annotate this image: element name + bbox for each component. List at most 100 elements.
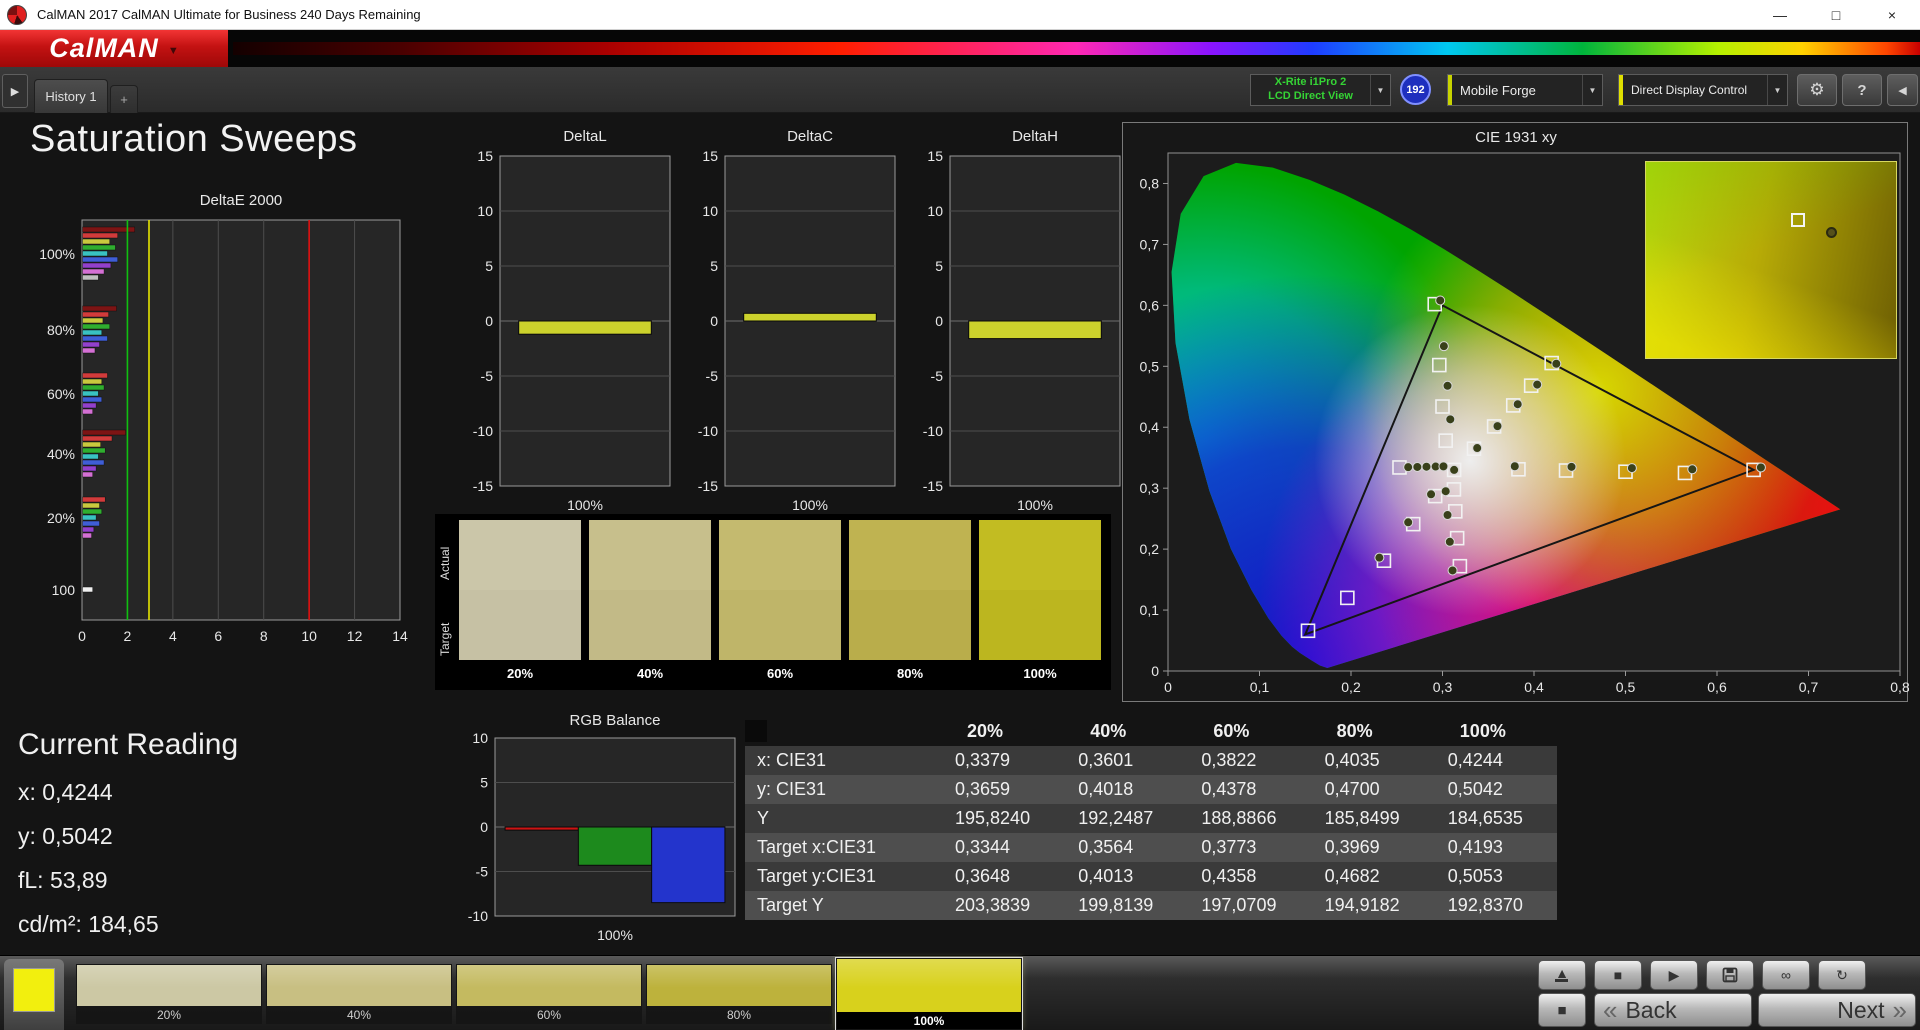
deltae-bar [82,402,97,409]
tick-label: 8 [260,628,268,644]
eject-bar [1555,978,1569,982]
level-button-40%[interactable]: 40% [266,964,452,1024]
table-cell: 0,4018 [1064,775,1188,804]
level-swatch [77,965,261,1006]
add-tab-button[interactable]: + [110,85,138,113]
bottom-bar: 20% 40% 60% 80% 100% ▲ ■ ▶ ∞ ↻ ■ « Back Next… [0,955,1920,1030]
table-col-header: 20% [967,720,1004,741]
tick-label: 15 [702,150,718,164]
measured-marker [1440,486,1451,497]
measured-marker [1492,421,1503,432]
tick-label: 0,3 [1140,480,1160,496]
title-bar: CalMAN 2017 CalMAN Ultimate for Business… [0,0,1920,30]
calman-app-window: CalMAN 2017 CalMAN Ultimate for Business… [0,0,1920,1030]
level-button-60%[interactable]: 60% [456,964,642,1024]
save-button[interactable] [1706,960,1754,990]
rgb-balance-plot: 10 5 0 -5 -10 100% [468,732,736,943]
deltae-bar [82,250,108,257]
value-bar [651,826,726,904]
tick-label: 4 [169,628,177,644]
deltae-bar [82,453,99,460]
measured-marker [1472,443,1483,454]
play-button[interactable]: ▶ [1650,960,1698,990]
saturation-swatch-100%: 100% [979,520,1101,684]
display-control-dropdown[interactable]: Direct Display Control ▼ [1618,74,1788,106]
tick-label: 12 [347,628,363,644]
meter-dropdown[interactable]: X-Rite i1Pro 2 LCD Direct View ▼ [1250,74,1391,106]
deltae-bar [82,305,117,312]
stop-button[interactable]: ■ [1594,960,1642,990]
swatch-label: 40% [589,660,711,684]
deltae-bar [82,311,109,318]
tick-label: 15 [477,150,493,164]
collapse-panel-button[interactable]: ◀ [1887,74,1918,106]
tick-label: 100% [792,497,828,513]
tab-history-1[interactable]: History 1 [34,79,108,113]
table-cell: 0,4035 [1310,746,1434,775]
window-title: CalMAN 2017 CalMAN Ultimate for Business… [37,7,421,22]
table-cell: 199,8139 [1064,891,1188,920]
loop-button[interactable]: ∞ [1762,960,1810,990]
meter-label: X-Rite i1Pro 2 LCD Direct View [1251,76,1370,104]
stop-square-icon: ■ [1557,1001,1567,1019]
eject-icon: ▲ [1555,964,1569,982]
tick-label: 60% [47,386,75,402]
level-button-80%[interactable]: 80% [646,964,832,1024]
tick-label: 20% [47,510,75,526]
close-button[interactable]: × [1864,0,1920,29]
current-patch-swatch[interactable] [13,968,55,1012]
refresh-button[interactable]: ↻ [1818,960,1866,990]
tick-label: 0 [78,628,86,644]
tick-label: 0,6 [1140,297,1160,313]
stop-large-button[interactable]: ■ [1538,993,1586,1027]
tick-label: 10 [927,203,943,219]
chart-title: DeltaE 2000 [199,192,283,209]
deltac-chart: DeltaC 15 10 5 0 -5 -10 -15 100% [680,128,915,528]
measured-marker [1509,461,1520,472]
panel-expander-button[interactable]: ▶ [2,74,28,108]
chart-title: DeltaL [563,128,607,145]
maximize-button[interactable]: □ [1808,0,1864,29]
eject-triangle: ▲ [1555,964,1569,981]
tick-label: 100% [39,246,75,262]
tick-label: 0,7 [1140,236,1160,252]
table-cell: 0,3601 [1064,746,1188,775]
table-cell: 192,2487 [1064,804,1188,833]
tick-label: 0 [485,313,493,329]
settings-button[interactable]: ⚙ [1797,74,1837,106]
deltae-bar [82,429,126,436]
reading-fl: fL: 53,89 [18,867,108,893]
calman-logo-icon [7,4,27,25]
measured-marker [1374,552,1385,563]
tick-label: -5 [476,864,489,880]
actual-target-swatch-panel: Actual Target 20% 40% 60% 80% 100% [435,514,1111,690]
table-cell: 194,9182 [1310,891,1434,920]
table-cell: 185,8499 [1310,804,1434,833]
deltae-bar [82,441,101,448]
tick-label: -5 [931,368,944,384]
table-cell: 0,5042 [1433,775,1557,804]
level-button-20%[interactable]: 20% [76,964,262,1024]
back-button[interactable]: « Back [1594,993,1752,1027]
next-button[interactable]: Next » [1758,993,1916,1027]
tick-label: -5 [706,368,719,384]
workflow-dropdown[interactable]: Mobile Forge ▼ [1447,74,1603,106]
minimize-button[interactable]: — [1752,0,1808,29]
deltae-bar [82,526,95,533]
table-cell: 0,4013 [1064,862,1188,891]
tick-label: 15 [927,150,943,164]
saturation-swatch-20%: 20% [459,520,581,684]
calman-menu-button[interactable]: CalMAN ▼ [0,30,228,67]
eject-button[interactable]: ▲ [1538,960,1586,990]
level-swatch [837,959,1021,1012]
spectrum-strip [233,42,1920,55]
cie-zoom-inset [1645,161,1897,359]
help-button[interactable]: ? [1842,74,1882,106]
level-label: 80% [647,1006,831,1023]
tick-label: 80% [47,322,75,338]
tick-label: 0,5 [1140,358,1160,374]
target-swatch [589,590,711,660]
level-button-100%[interactable]: 100% [835,957,1023,1030]
tick-label: 0 [1164,679,1172,695]
deltae-bar [82,317,104,324]
